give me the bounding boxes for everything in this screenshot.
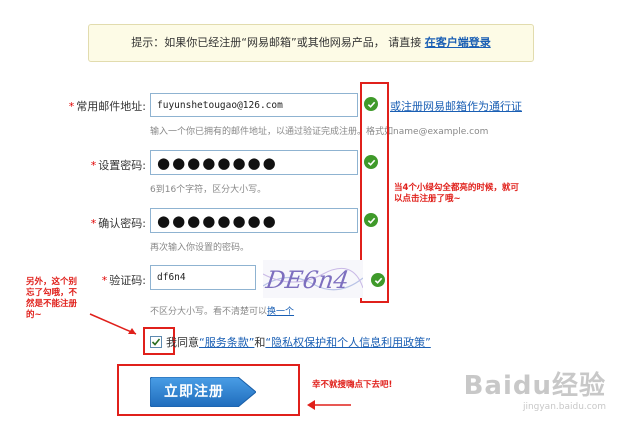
required-star: * [90,217,97,230]
refresh-captcha-link[interactable]: 换一个 [267,307,294,317]
notice-text: 提示：如果你已经注册“网易邮箱”或其他网易产品， 请直接 [131,36,422,49]
required-star: * [101,274,108,287]
captcha-image[interactable]: DE6n4 [263,260,363,298]
captcha-input[interactable]: df6n4 [150,265,256,290]
left-arrow-icon [89,313,137,335]
agree-checkbox[interactable] [150,336,162,348]
password-hint: 6到16个字符，区分大小写。 [150,185,267,195]
required-star: * [68,100,75,113]
email-label: * 常用邮件地址: [68,100,146,113]
agree-row: 我同意 “服务条款” 和 “隐私权保护和个人信息利用政策” [150,334,431,350]
bottom-arrow-icon [307,400,351,410]
register-button-label: 立即注册 [164,384,224,400]
watermark-brand: Baidu经验 [463,371,606,401]
checks-highlight-box [360,82,389,303]
agree-and: 和 [254,336,266,349]
captcha-text: DE6n4 [263,266,351,294]
register-button[interactable]: 立即注册 [150,377,256,407]
email-input[interactable]: fuyunshetougao@126.com [150,93,358,117]
password-label: * 设置密码: [90,159,146,172]
notice-bar: 提示：如果你已经注册“网易邮箱”或其他网易产品， 请直接 在客户端登录 [88,24,534,62]
confirm-hint: 再次输入你设置的密码。 [150,243,250,253]
captcha-valid-check-icon [371,273,385,287]
bottom-annotation: 幸不就搜嗨点下去吧! [312,380,393,390]
register-netease-mail-link[interactable]: 或注册网易邮箱作为通行证 [390,98,522,114]
right-annotation: 当4个小绿勾全都亮的时候，就可 以点击注册了哦~ [394,183,519,204]
confirm-password-label: * 确认密码: [90,217,146,230]
watermark-url: jingyan.baidu.com [522,402,606,412]
password-input[interactable]: ●●●●●●●● [150,150,358,175]
required-star: * [90,159,97,172]
confirm-password-input[interactable]: ●●●●●●●● [150,208,358,233]
client-login-link[interactable]: 在客户端登录 [425,36,491,49]
terms-link[interactable]: “服务条款” [199,334,254,350]
email-hint: 输入一个你已拥有的邮件地址，以通过验证完成注册。格式如name@example.… [150,127,489,137]
privacy-policy-link[interactable]: “隐私权保护和个人信息利用政策” [265,334,430,350]
captcha-hint: 不区分大小写。看不清楚可以换一个 [150,307,295,317]
baidu-watermark: Baidu经验 jingyan.baidu.com [464,365,606,412]
left-annotation: 另外，这个别 忘了勾哦，不 然是不能注册 的~ [26,277,78,320]
agree-prefix: 我同意 [166,336,199,349]
